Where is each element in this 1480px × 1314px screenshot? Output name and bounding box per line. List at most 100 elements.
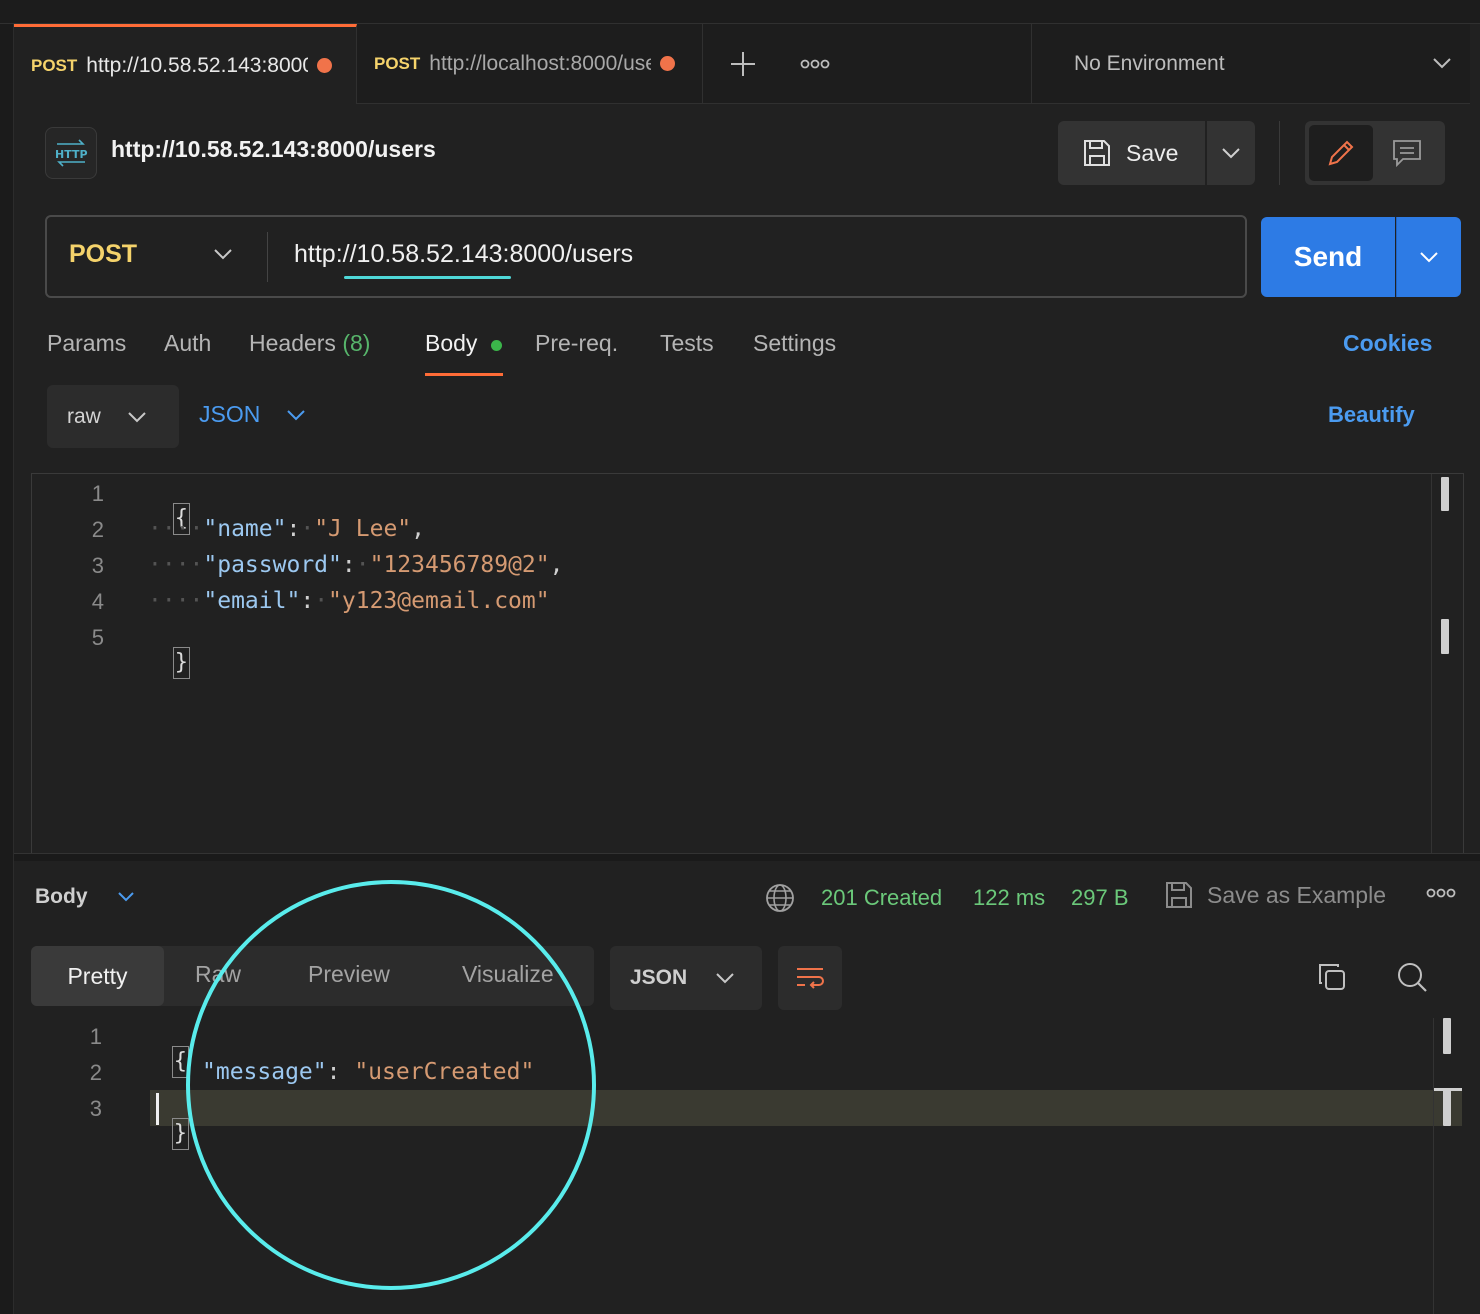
body-indicator-dot: [491, 340, 502, 351]
line-number: 4: [91, 589, 104, 614]
scrollbar-marker: [1441, 619, 1449, 654]
beautify-button[interactable]: Beautify: [1328, 402, 1415, 428]
svg-text:HTTP: HTTP: [55, 148, 88, 161]
request-title[interactable]: http://10.58.52.143:8000/users: [111, 136, 436, 163]
url-input[interactable]: http://10.58.52.143:8000/users: [294, 240, 633, 269]
wrap-lines-icon: [797, 968, 824, 989]
tab-auth[interactable]: Auth: [164, 330, 211, 357]
tab-more-icon[interactable]: [800, 57, 830, 75]
window-top-strip: [0, 0, 1480, 24]
code-line-2: ····"name":·"J Lee",: [148, 516, 425, 542]
view-preview-button[interactable]: Preview: [308, 961, 390, 988]
response-body-select[interactable]: Body: [35, 885, 88, 909]
close-brace: }: [171, 1118, 189, 1150]
scrollbar-cap: [1434, 1088, 1462, 1091]
environment-label: No Environment: [1074, 52, 1225, 75]
tab-request-2[interactable]: POST http://localhost:8000/users: [357, 24, 703, 104]
json-key: "message": [202, 1059, 327, 1085]
copy-icon[interactable]: [1316, 961, 1348, 998]
code-line-5: }: [145, 621, 190, 679]
new-tab-plus-icon[interactable]: [729, 50, 757, 83]
editor-scroll-track: [1431, 474, 1432, 853]
cookies-link[interactable]: Cookies: [1343, 330, 1432, 357]
save-label: Save: [1126, 139, 1179, 166]
close-brace: }: [172, 647, 190, 679]
tab-prereq[interactable]: Pre-req.: [535, 330, 618, 357]
body-language-label: JSON: [199, 401, 261, 427]
annotation-underline: [344, 276, 511, 279]
search-icon[interactable]: [1396, 961, 1428, 998]
active-tab-indicator: [425, 373, 503, 376]
save-button[interactable]: Save: [1058, 121, 1205, 185]
response-line-3: }: [144, 1092, 189, 1150]
response-time[interactable]: 122 ms: [973, 885, 1045, 911]
chevron-down-icon[interactable]: [117, 890, 135, 908]
body-language-select[interactable]: JSON: [199, 401, 306, 428]
tab-headers[interactable]: Headers (8): [249, 330, 370, 357]
response-format-select[interactable]: JSON: [610, 946, 762, 1010]
url-divider: [267, 232, 268, 282]
line-number: 1: [91, 481, 104, 506]
view-pretty-button[interactable]: Pretty: [31, 946, 164, 1006]
send-options-button[interactable]: [1396, 217, 1461, 297]
text-cursor: [156, 1093, 159, 1125]
scrollbar-thumb[interactable]: [1441, 477, 1449, 511]
comments-button[interactable]: [1375, 125, 1439, 181]
code-line-4: ····"email":·"y123@email.com": [148, 588, 550, 614]
response-line-1: {: [144, 1020, 189, 1078]
body-mode-label: raw: [67, 404, 101, 428]
chevron-down-icon[interactable]: [1432, 56, 1452, 75]
body-mode-select[interactable]: raw: [47, 385, 179, 448]
line-number: 3: [89, 1096, 102, 1121]
line-number: 2: [91, 517, 104, 542]
floppy-disk-icon: [1084, 140, 1110, 166]
code-line-3: ····"password":·"123456789@2",: [148, 552, 564, 578]
response-scroll-track: [1433, 1018, 1434, 1314]
tab-body[interactable]: Body: [425, 330, 477, 357]
chevron-down-icon: [1222, 148, 1240, 159]
globe-icon[interactable]: [765, 883, 795, 918]
chevron-down-icon: [128, 411, 146, 422]
line-number: 5: [91, 625, 104, 650]
json-value: "123456789@2": [369, 552, 550, 578]
chevron-down-icon: [287, 409, 306, 420]
headers-count-badge: (8): [342, 330, 371, 356]
unsaved-dot-icon: [317, 58, 333, 73]
response-format-label: JSON: [630, 966, 688, 989]
annotation-circle: [186, 880, 596, 1290]
tab-settings[interactable]: Settings: [753, 330, 836, 357]
tab-tests[interactable]: Tests: [660, 330, 714, 357]
json-key: "name": [203, 516, 287, 542]
chevron-down-icon[interactable]: [212, 247, 234, 266]
pencil-icon: [1328, 140, 1354, 166]
status-badge[interactable]: 201 Created: [821, 885, 942, 911]
tab-url: http://10.58.52.143:8000/users: [86, 53, 309, 77]
response-size[interactable]: 297 B: [1071, 885, 1129, 911]
json-value: "y123@email.com": [328, 588, 550, 614]
environment-select[interactable]: No Environment: [1031, 24, 1470, 104]
floppy-disk-icon: [1164, 880, 1194, 915]
tab-params[interactable]: Params: [47, 330, 126, 357]
save-options-button[interactable]: [1207, 121, 1255, 185]
tab-request-1[interactable]: POST http://10.58.52.143:8000/users: [14, 24, 357, 104]
chevron-down-icon: [1420, 252, 1438, 263]
http-request-icon: HTTP: [45, 127, 97, 179]
save-as-example-button[interactable]: Save as Example: [1207, 882, 1386, 909]
view-raw-button[interactable]: Raw: [195, 961, 241, 988]
current-line-highlight: [150, 1090, 1433, 1126]
left-sidebar-edge: [0, 24, 14, 1314]
send-button[interactable]: Send: [1261, 217, 1395, 297]
response-line-2: "message": "userCreated": [202, 1059, 535, 1085]
tab-method: POST: [31, 55, 78, 75]
view-visualize-button[interactable]: Visualize: [462, 961, 554, 988]
response-more-icon[interactable]: [1426, 886, 1456, 904]
edit-mode-button[interactable]: [1309, 125, 1373, 181]
wrap-lines-button[interactable]: [778, 946, 842, 1010]
pane-splitter[interactable]: [14, 853, 1480, 861]
scrollbar-thumb[interactable]: [1443, 1018, 1451, 1054]
scrollbar-marker: [1443, 1090, 1451, 1126]
unsaved-dot-icon: [660, 56, 676, 71]
tab-url: http://localhost:8000/users: [429, 51, 652, 75]
method-select[interactable]: POST: [69, 240, 137, 269]
json-value: "userCreated": [354, 1059, 535, 1085]
